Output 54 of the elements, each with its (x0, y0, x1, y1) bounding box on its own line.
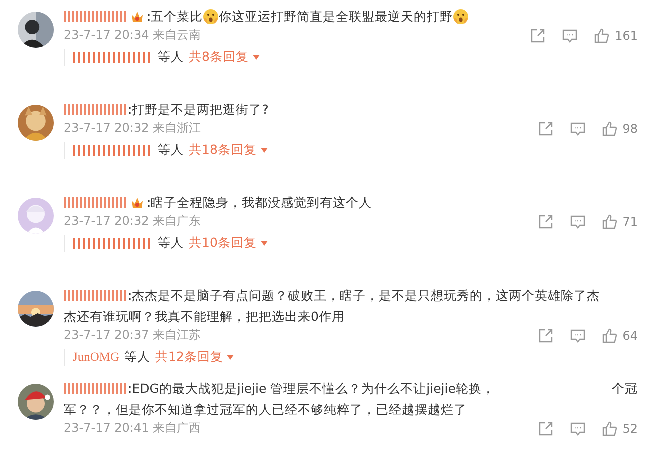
comment-text: 军？？，但是你不知道拿过冠军的人已经不够纯粹了，已经越摆越烂了 (64, 401, 467, 419)
comment-text: :瞎子全程隐身，我都没感觉到有这个人 (147, 194, 372, 212)
redacted-name[interactable] (64, 11, 126, 22)
replies-link[interactable]: 共18条回复 (189, 142, 268, 159)
reply-suffix: 等人 (124, 349, 151, 366)
comment-text: 你这亚运打野简直是全联盟最逆天的打野 (219, 8, 454, 26)
redacted-name[interactable] (64, 104, 126, 115)
caret-icon (252, 55, 260, 60)
comment-icon[interactable] (570, 420, 586, 436)
shocked-emoji-icon (453, 8, 470, 24)
comment-icon[interactable] (570, 328, 586, 344)
reply-suffix: 等人 (158, 49, 184, 66)
comment-time: 23-7-17 20:41 来自广西 (64, 420, 202, 437)
comment-text: 杰还有谁玩啊？我真不能理解，把把选出来0作用 (64, 308, 345, 326)
comment-text: :打野是不是两把逛街了? (128, 101, 269, 119)
replies-link[interactable]: 共10条回复 (189, 235, 268, 252)
comment-icon[interactable] (570, 120, 586, 136)
share-icon[interactable] (538, 120, 554, 136)
redacted-name[interactable] (64, 383, 126, 394)
caret-icon (260, 148, 268, 153)
like-count: 52 (622, 422, 638, 436)
share-icon[interactable] (538, 328, 554, 344)
share-icon[interactable] (538, 214, 554, 230)
comment-icon[interactable] (562, 28, 578, 44)
thumbs-up-icon[interactable] (602, 120, 618, 136)
thumbs-up-icon[interactable] (594, 28, 610, 44)
like-count: 161 (615, 28, 638, 42)
comment-text: :EDG的最大战犯是jiejie 管理层不懂么？为什么不让jiejie轮换， (128, 380, 495, 398)
redacted-name[interactable] (64, 197, 126, 208)
thumbs-up-icon[interactable] (602, 214, 618, 230)
like-count: 64 (622, 328, 638, 342)
reply-suffix: 等人 (158, 235, 184, 252)
caret-icon (260, 241, 268, 246)
comment-text: :五个菜比 (147, 8, 204, 26)
caret-icon (227, 355, 234, 360)
share-icon[interactable] (530, 28, 546, 44)
comment-time: 23-7-17 20:37 来自江苏 (64, 327, 202, 344)
share-icon[interactable] (538, 420, 554, 436)
comment-time: 23-7-17 20:34 来自云南 (64, 27, 202, 44)
comment-text: 个冠 (612, 380, 638, 398)
thumbs-up-icon[interactable] (602, 328, 618, 344)
thumbs-up-icon[interactable] (602, 420, 618, 436)
comment-time: 23-7-17 20:32 来自浙江 (64, 120, 202, 137)
redacted-name[interactable] (64, 290, 126, 301)
comment-icon[interactable] (570, 214, 586, 230)
like-count: 98 (622, 122, 638, 136)
reply-author[interactable]: JunOMG (73, 350, 120, 365)
shocked-emoji-icon (203, 8, 220, 24)
comment-text: :杰杰是不是脑子有点问题？破败王，瞎子，是不是只想玩秀的，这两个英雄除了杰 (128, 287, 600, 305)
reply-suffix: 等人 (158, 142, 184, 159)
like-count: 71 (622, 214, 638, 228)
replies-link[interactable]: 共12条回复 (156, 349, 234, 366)
comment-time: 23-7-17 20:32 来自广东 (64, 213, 202, 230)
replies-link[interactable]: 共8条回复 (189, 49, 260, 66)
